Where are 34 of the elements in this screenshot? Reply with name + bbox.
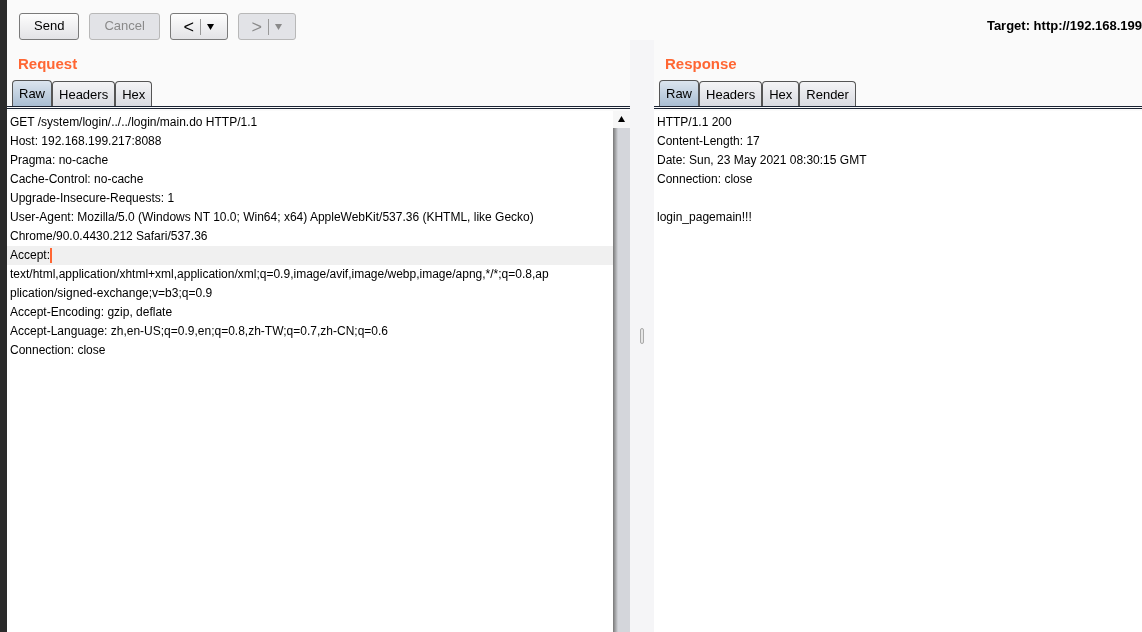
panel-title: Request xyxy=(17,54,78,74)
text-line: GET /system/login/../../login/main.do HTTP/1.1 xyxy=(10,114,258,129)
target-label: Target: http://192.168.199 xyxy=(986,17,1142,36)
text-cursor xyxy=(50,247,53,263)
tab[interactable]: Render xyxy=(799,80,856,106)
text-line: Accept: xyxy=(10,247,51,262)
text-line: Accept-Language: zh,en-US;q=0.9,en;q=0.8,zh-TW;q=0.7,zh-CN;q=0.6 xyxy=(10,323,388,338)
text-line: HTTP/1.1 200 xyxy=(657,114,732,129)
panel-title: Response xyxy=(664,54,737,74)
text-line: plication/signed-exchange;v=b3;q=0.9 xyxy=(10,285,213,300)
tab[interactable]: Hex xyxy=(762,80,800,106)
text-line: Cache-Control: no-cache xyxy=(10,171,144,186)
splitter-handle[interactable] xyxy=(640,328,644,344)
text-line: text/html,application/xhtml+xml,application/xml;q=0.9,image/avif,image/webp,image/apng,*/*;q=0.8,ap xyxy=(10,266,549,281)
text-line: login_pagemain!!! xyxy=(657,209,752,224)
toolbar-button[interactable]: Send xyxy=(19,12,80,40)
text-line: Accept-Encoding: gzip, deflate xyxy=(10,304,173,319)
tab[interactable]: Hex xyxy=(115,80,153,106)
text-line: Content-Length: 17 xyxy=(657,133,760,148)
text-line: Host: 192.168.199.217:8088 xyxy=(10,133,162,148)
text-line: User-Agent: Mozilla/5.0 (Windows NT 10.0; Win64; x64) AppleWebKit/537.36 (KHTML, like Gecko) xyxy=(10,209,534,224)
text-line: Date: Sun, 23 May 2021 08:30:15 GMT xyxy=(657,152,867,167)
tab[interactable]: Raw xyxy=(12,79,52,106)
tab[interactable]: Headers xyxy=(52,80,116,106)
back-button[interactable]: < xyxy=(169,12,228,40)
tab[interactable]: Raw xyxy=(659,79,699,106)
text-line: Connection: close xyxy=(10,342,106,357)
text-line: Connection: close xyxy=(657,171,753,186)
scrollbar[interactable] xyxy=(613,110,630,632)
dropdown-caret-icon[interactable] xyxy=(207,24,215,30)
text-line: Chrome/90.0.4430.212 Safari/537.36 xyxy=(10,228,208,243)
tab[interactable]: Headers xyxy=(699,80,763,106)
text-line: Upgrade-Insecure-Requests: 1 xyxy=(10,190,175,205)
text-line: Pragma: no-cache xyxy=(10,152,109,167)
